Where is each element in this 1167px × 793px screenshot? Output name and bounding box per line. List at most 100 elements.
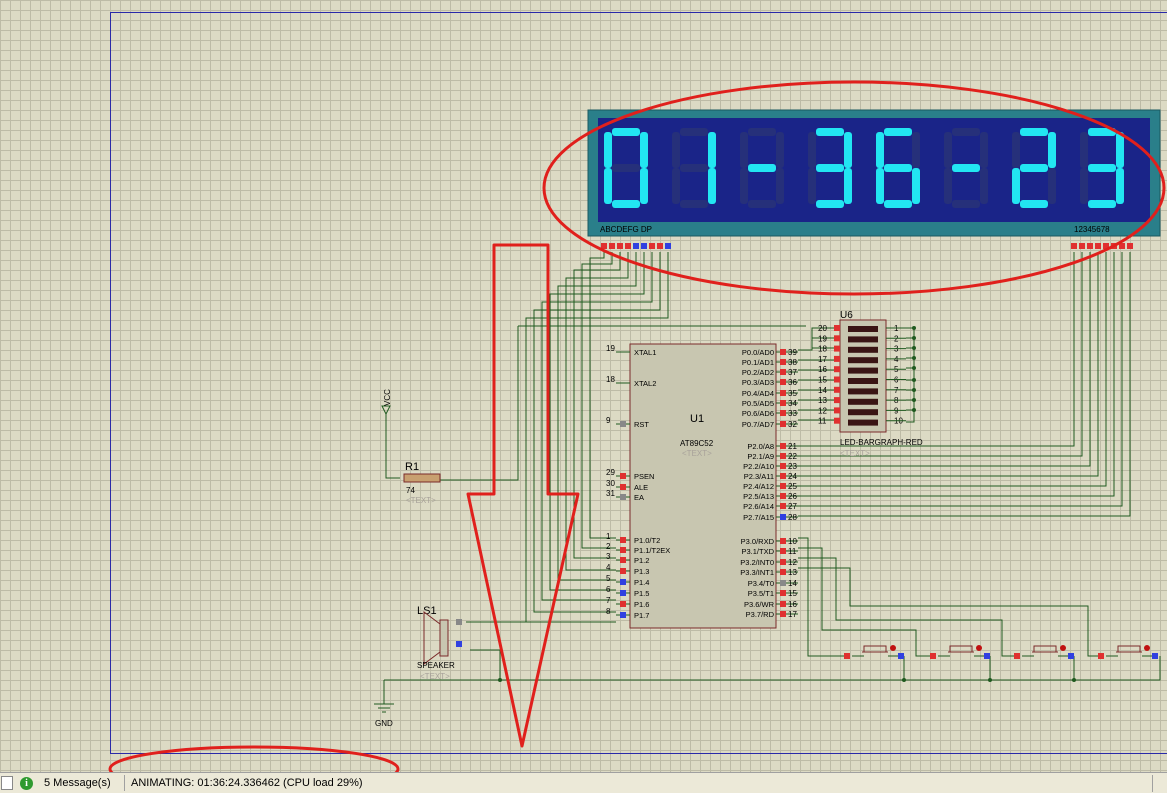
status-separator [124,775,125,791]
u6-text: <TEXT> [840,449,870,458]
u1-pin-name: P1.4 [634,578,649,587]
u1-pin-state [620,421,626,427]
segment-g [884,164,912,172]
button-indicator [1144,645,1150,651]
vcc-label: VCC [383,389,392,406]
u1-pin-name: P2.6/A14 [743,502,774,511]
u1-pin-name: P0.2/AD2 [742,368,774,377]
display-pin [617,243,623,249]
u1-pin-number: 19 [606,344,615,353]
schematic-drawing[interactable]: ABCDEFG DP 12345678 U1 AT89C52 <TEXT> 19… [0,0,1167,772]
bargraph-segment [848,367,878,374]
ls1-part: SPEAKER [417,661,455,670]
segment-g [612,164,640,172]
schematic-canvas[interactable]: ABCDEFG DP 12345678 U1 AT89C52 <TEXT> 19… [0,0,1167,772]
display-pin [609,243,615,249]
u1-pin-state [780,580,786,586]
u6-led-bargraph[interactable]: U6 2011921831741651561471381291110 LED-B… [818,310,923,458]
u1-pin-number: 18 [606,375,615,384]
u1-ref: U1 [690,413,704,425]
u1-pin-state [780,514,786,520]
u1-pin-state [780,421,786,427]
u1-pin-name: RST [634,420,649,429]
segment-b [844,132,852,168]
u1-pin-state [780,390,786,396]
u6-pin-number: 20 [818,324,827,333]
u1-pin-name: P1.7 [634,611,649,620]
u6-pin-number: 14 [818,386,827,395]
u1-pin-state [620,484,626,490]
junctions [498,326,1076,682]
u1-pin-state [780,611,786,617]
u1-pin-state [780,493,786,499]
r1-resistor[interactable]: R1 74 <TEXT> [403,461,441,505]
push-button[interactable] [930,645,990,659]
info-icon[interactable]: i [20,777,33,790]
u6-pin-state [834,407,840,414]
u1-pin-number: 39 [788,348,797,357]
status-highlight-ellipse [108,745,400,772]
segment-c [708,168,716,204]
u1-pin-number: 32 [788,420,797,429]
u6-pin-state [834,417,840,424]
bargraph-segment [848,357,878,364]
u1-pin-number: 36 [788,378,797,387]
segment-b [776,132,784,168]
u1-pin-number: 1 [606,532,611,541]
segment-c [776,168,784,204]
u1-pin-name: EA [634,493,644,502]
push-button[interactable] [844,645,904,659]
vcc-terminal[interactable]: VCC [381,389,392,420]
segment-g [1020,164,1048,172]
u1-pin-name: P0.7/AD7 [742,420,774,429]
status-resize-grip[interactable] [1152,775,1167,792]
u6-pin-number: 11 [818,417,827,426]
u6-pin-number: 19 [818,334,827,343]
u1-pin-number: 38 [788,358,797,367]
segment-a [952,128,980,136]
segment-b [912,132,920,168]
segment-g [748,164,776,172]
segment-f [1080,132,1088,168]
u1-pin-name: P3.2/INT0 [740,558,774,567]
segment-c [844,168,852,204]
u6-pin-number: 13 [818,396,827,405]
seven-segment-display[interactable]: ABCDEFG DP 12345678 [587,109,1161,249]
ls1-speaker[interactable]: LS1 SPEAKER <TEXT> [417,605,462,681]
u1-pin-state [780,483,786,489]
gnd-terminal[interactable]: GND [374,703,394,728]
button-indicator [976,645,982,651]
segment-pin-label: ABCDEFG DP [600,225,652,234]
u1-pin-number: 6 [606,585,611,594]
u1-pin-number: 21 [788,442,797,451]
u1-microcontroller[interactable]: U1 AT89C52 <TEXT> 19 XTAL118 XTAL29 RST29 PS… [606,343,798,629]
push-buttons[interactable] [844,645,1158,659]
segment-f [740,132,748,168]
messages-count[interactable]: 5 Message(s) [44,777,111,789]
u1-pin-state [620,494,626,500]
u6-pin-number: 18 [818,345,827,354]
status-indicator-box[interactable] [1,776,13,790]
segment-d [816,200,844,208]
u1-pin-state [780,400,786,406]
u1-pin-name: P1.6 [634,600,649,609]
segment-f [604,132,612,168]
u1-pin-state [780,503,786,509]
u6-part: LED-BARGRAPH-RED [840,438,923,447]
u1-pin-number: 37 [788,368,797,377]
u1-pin-number: 5 [606,574,611,583]
u6-pin-number: 16 [818,365,827,374]
segment-e [1012,168,1020,204]
u1-pin-name: P3.0/RXD [741,537,775,546]
segment-d [748,200,776,208]
u1-pin-state [780,359,786,365]
u1-pin-name: P1.3 [634,567,649,576]
segment-g [816,164,844,172]
button-pin [984,653,990,659]
segment-e [672,168,680,204]
push-button[interactable] [1014,645,1074,659]
u1-pin-name: P0.6/AD6 [742,409,774,418]
push-button[interactable] [1098,645,1158,659]
segment-e [740,168,748,204]
segment-f [672,132,680,168]
